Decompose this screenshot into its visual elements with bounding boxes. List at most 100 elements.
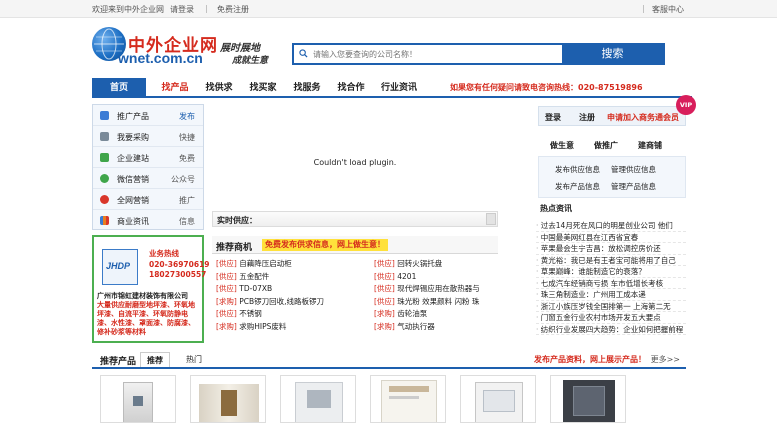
item-text[interactable]: 齿轮油泵 — [397, 309, 427, 318]
recommend-list-right: [供应] 回转火锅托盘 [供应] 4201 [供应] 现代焊锡应用在散热器与 [… — [374, 258, 480, 333]
list-item[interactable]: 珠三角制造业：广州用工成本递 — [536, 289, 686, 301]
product-image[interactable] — [280, 375, 356, 423]
list-item[interactable]: [求购] 齿轮油泵 — [374, 308, 480, 321]
sidebar-item-action[interactable]: 推广 — [179, 195, 195, 206]
list-item[interactable]: 门窗五金行业农村市场开发五大要点 — [536, 312, 686, 324]
item-text[interactable]: 4201 — [397, 272, 416, 281]
tab-do-business[interactable]: 做生意 — [550, 140, 574, 151]
product-image[interactable] — [100, 375, 176, 423]
company-logo-text: JHDP — [106, 261, 131, 271]
cart-icon — [100, 132, 109, 141]
nav-item-home[interactable]: 首页 — [92, 78, 146, 98]
nav-item-buyers[interactable]: 找买家 — [242, 78, 284, 98]
list-item[interactable]: 中国最美网红县在江西省宜春 — [536, 232, 686, 243]
tab-promotion[interactable]: 做推广 — [594, 140, 618, 151]
search-button[interactable]: 搜索 — [562, 45, 663, 63]
hot-news-title: 热点资讯 — [540, 204, 572, 213]
list-item[interactable]: 七成汽车经销商亏损 车市低增长考核 — [536, 278, 686, 289]
more-link[interactable]: 更多>> — [651, 354, 680, 365]
slogan-line-2: 成就生意 — [232, 56, 269, 66]
sidebar-item-promote-product[interactable]: 推广产品 发布 — [93, 105, 203, 126]
list-item[interactable]: [求购] 气动执行器 — [374, 321, 480, 334]
item-text[interactable]: 气动执行器 — [397, 322, 435, 331]
sidebar-item-action[interactable]: 信息 — [179, 216, 195, 227]
post-info-banner[interactable]: 免费发布供求信息，网上做生意！ — [262, 239, 388, 251]
sidebar-item-network-marketing[interactable]: 全网营销 推广 — [93, 189, 203, 210]
register-link[interactable]: 免费注册 — [217, 4, 249, 15]
sidebar-item-label: 商业资讯 — [117, 217, 149, 226]
list-item[interactable]: 过去14月死在风口的明星创业公司 他们 — [536, 220, 686, 232]
login-link[interactable]: 请登录 — [170, 4, 194, 15]
register-button[interactable]: 注册 — [579, 112, 595, 123]
nav-item-products[interactable]: 找产品 — [154, 78, 196, 98]
service-center-link[interactable]: 客服中心 — [652, 4, 684, 15]
sidebar-item-wechat[interactable]: 微信营销 公众号 — [93, 168, 203, 189]
product-image[interactable] — [190, 375, 266, 423]
list-item[interactable]: [供应] 回转火锅托盘 — [374, 258, 480, 271]
item-text[interactable]: 求购HIPS废料 — [239, 322, 286, 331]
list-item[interactable]: 黄光裕：我已是有王者宝可能将用了自己 — [536, 255, 686, 266]
list-item[interactable]: [供应] 不锈钢 — [216, 308, 324, 321]
product-image[interactable] — [460, 375, 536, 423]
product-image[interactable] — [370, 375, 446, 423]
item-text[interactable]: TD-07XB — [239, 284, 272, 293]
tab-popular[interactable]: 热门 — [186, 354, 202, 365]
item-text[interactable]: 现代焊锡应用在散热器与 — [397, 284, 480, 293]
ad-phone-2: 18027300557 — [149, 270, 207, 279]
sidebar-item-action[interactable]: 公众号 — [171, 174, 195, 185]
post-product-promo[interactable]: 发布产品资料，网上展示产品！ — [534, 354, 646, 365]
site-icon — [100, 153, 109, 162]
sidebar-item-purchase[interactable]: 我要采购 快捷 — [93, 126, 203, 147]
list-item[interactable]: [供应] 五金配件 — [216, 271, 324, 284]
sidebar-item-action[interactable]: 免费 — [179, 153, 195, 164]
list-item[interactable]: [求购] 求购HIPS废料 — [216, 321, 324, 334]
item-text[interactable]: 回转火锅托盘 — [397, 259, 442, 268]
sidebar: 推广产品 发布 我要采购 快捷 企业建站 免费 微信营销 公众号 全网营销 推广… — [92, 104, 204, 230]
post-supply-link[interactable]: 发布供应信息 — [555, 164, 600, 175]
nav-item-news[interactable]: 行业资讯 — [374, 78, 424, 98]
sidebar-item-business-news[interactable]: 商业资讯 信息 — [93, 210, 203, 231]
sidebar-item-action[interactable]: 发布 — [179, 111, 195, 122]
item-text[interactable]: PCB锣刀回收,线路板锣刀 — [239, 297, 324, 306]
list-item[interactable]: [供应] 4201 — [374, 271, 480, 284]
live-supply-label: 实时供应： — [217, 216, 257, 225]
list-item[interactable]: 草果巅峰：谁能制造它的衰落？ — [536, 266, 686, 278]
nav-item-supply[interactable]: 找供求 — [198, 78, 240, 98]
advertisement-banner[interactable]: JHDP 业务热线 020-36970619 18027300557 广州市锦虹… — [92, 235, 210, 343]
sidebar-item-website[interactable]: 企业建站 免费 — [93, 147, 203, 168]
manage-product-link[interactable]: 管理产品信息 — [611, 181, 656, 192]
nav-item-services[interactable]: 找服务 — [286, 78, 328, 98]
list-item[interactable]: 苹果最会生宁吉昌：放松调控房价还 — [536, 243, 686, 255]
sidebar-item-action[interactable]: 快捷 — [179, 132, 195, 143]
apply-membership-button[interactable]: 申请加入商务通会员 — [607, 112, 679, 123]
slogan-line-1: 展时展地 — [220, 43, 260, 54]
list-item[interactable]: [供应] 现代焊锡应用在散热器与 — [374, 283, 480, 296]
tab-recommended[interactable]: 推荐 — [140, 352, 170, 367]
list-item[interactable]: [求购] PCB锣刀回收,线路板锣刀 — [216, 296, 324, 309]
list-item[interactable]: 纺织行业发展四大趋势：企业如何把握前程 — [536, 324, 686, 335]
hot-news-list: 过去14月死在风口的明星创业公司 他们 中国最美网红县在江西省宜春 苹果最会生宁… — [536, 220, 686, 335]
item-text[interactable]: 不锈钢 — [239, 309, 262, 318]
list-item[interactable]: [供应] 珠光粉 效果颜料 闪粉 珠 — [374, 296, 480, 309]
list-item[interactable]: [供应] TD-07XB — [216, 283, 324, 296]
nav-item-cooperation[interactable]: 找合作 — [330, 78, 372, 98]
post-product-link[interactable]: 发布产品信息 — [555, 181, 600, 192]
logo-domain[interactable]: wnet.com.cn — [118, 50, 203, 66]
tab-build-shop[interactable]: 建商铺 — [638, 140, 662, 151]
item-text[interactable]: 五金配件 — [239, 272, 269, 281]
welcome-text: 欢迎来到中外企业网 — [92, 5, 164, 14]
list-item[interactable]: 浙江小族压岁钱全国排第一 上海第二无 — [536, 301, 686, 312]
recommend-header: 推荐商机 免费发布供求信息，网上做生意！ — [212, 236, 498, 254]
right-tabs: 做生意 做推广 建商铺 — [538, 140, 686, 154]
scrollbar[interactable] — [486, 213, 496, 225]
ad-company-name: 广州市锦虹建材装饰有限公司 — [97, 292, 188, 300]
manage-supply-link[interactable]: 管理供应信息 — [611, 164, 656, 175]
search-input[interactable] — [294, 45, 562, 63]
chart-icon — [100, 216, 109, 225]
item-tag: [求购] — [216, 296, 237, 306]
login-button[interactable]: 登录 — [545, 112, 561, 123]
product-image[interactable] — [550, 375, 626, 423]
list-item[interactable]: [供应] 自藕降压启动柜 — [216, 258, 324, 271]
item-text[interactable]: 自藕降压启动柜 — [239, 259, 292, 268]
item-text[interactable]: 珠光粉 效果颜料 闪粉 珠 — [397, 297, 479, 306]
